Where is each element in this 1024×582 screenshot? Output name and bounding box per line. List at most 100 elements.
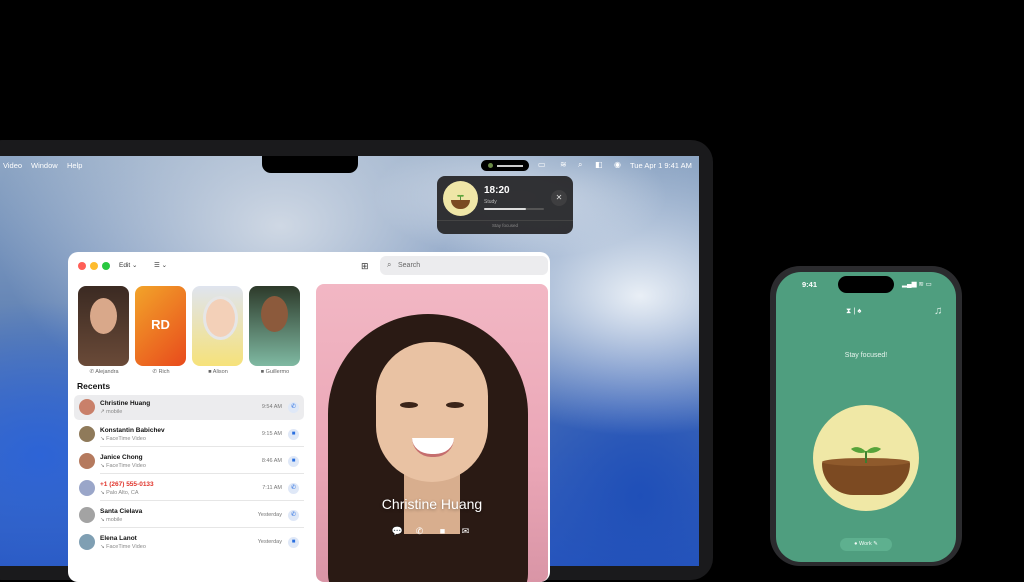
- forest-timer-popover: 18:20 Study ✕ Stay focused: [437, 176, 573, 234]
- row-divider: [100, 500, 304, 501]
- forest-menubar-island[interactable]: [481, 160, 529, 171]
- caller-video-eye: [400, 402, 418, 408]
- favorite-name: ■ Guillermo: [260, 369, 290, 375]
- phone-icon: ✆: [89, 369, 95, 375]
- call-time: Yesterday: [257, 512, 282, 518]
- filter-button[interactable]: ☰ ⌄: [154, 261, 167, 269]
- search-icon: ⌕: [387, 260, 392, 269]
- sprout-icon: [457, 194, 464, 200]
- iphone-forest-screen: 9:41 ▂▄▆ ≋ ▭ ⧗ | ♠ ♫ Stay focused! ● Wor…: [776, 272, 956, 562]
- phone-icon[interactable]: ✆: [412, 524, 427, 539]
- caller-video-face: [376, 342, 488, 482]
- call-time: Yesterday: [257, 539, 282, 545]
- close-window-button[interactable]: [78, 262, 86, 270]
- video-icon[interactable]: ■: [288, 456, 299, 467]
- caller-name-overlay: Christine Huang: [381, 496, 483, 512]
- facetime-window: Edit ⌄ ☰ ⌄ ⊞ ⌕ Search RD ✆ Alejandra ✆ R…: [68, 252, 550, 582]
- control-center-icon[interactable]: ◧: [595, 160, 603, 169]
- forest-tree-illustration[interactable]: [813, 405, 919, 511]
- mode-toggle-icons[interactable]: ⧗ | ♠: [846, 306, 861, 316]
- favorite-contact[interactable]: [192, 286, 243, 366]
- headphones-icon[interactable]: ♫: [934, 305, 942, 317]
- caller-name-missed: +1 (267) 555-0133: [100, 481, 154, 488]
- menu-video[interactable]: Video: [3, 161, 22, 170]
- timer-progress-fill: [484, 208, 526, 210]
- recent-call-row[interactable]: Christine Huang ↗ mobile 9:54 AM ✆: [74, 395, 304, 420]
- phone-icon[interactable]: ✆: [288, 483, 299, 494]
- search-placeholder: Search: [398, 262, 421, 269]
- favorite-contact[interactable]: [249, 286, 300, 366]
- favorite-contact[interactable]: [78, 286, 129, 366]
- search-menu-icon[interactable]: ⌕: [578, 160, 582, 170]
- timer-label: Study: [484, 199, 497, 205]
- recent-call-row[interactable]: Janice Chong ↘ FaceTime Video 8:46 AM ■: [74, 449, 304, 474]
- phone-clock: 9:41: [802, 280, 818, 289]
- call-location: ↘ Palo Alto, CA: [100, 490, 139, 496]
- contact-initials: RD: [151, 317, 170, 332]
- caller-video-panel[interactable]: Christine Huang 💬 ✆ ■ ✉: [316, 284, 548, 582]
- caller-name: Santa Cielava: [100, 508, 143, 515]
- caller-video-smile: [412, 438, 454, 457]
- mail-icon[interactable]: ✉: [458, 524, 473, 539]
- sprout-icon: [851, 447, 881, 463]
- favorite-name: ✆ Alejandra: [89, 369, 119, 375]
- call-type: ↗ mobile: [100, 409, 123, 415]
- search-field[interactable]: ⌕ Search: [380, 256, 548, 275]
- video-icon[interactable]: ■: [288, 429, 299, 440]
- avatar: [79, 399, 95, 415]
- work-tag-button[interactable]: ● Work ✎: [840, 538, 892, 551]
- menu-window[interactable]: Window: [31, 161, 58, 170]
- avatar: [79, 534, 95, 550]
- memoji-avatar: [203, 296, 238, 340]
- siri-icon[interactable]: ◉: [614, 160, 621, 169]
- grid-icon[interactable]: ⊞: [361, 261, 369, 272]
- avatar: [261, 296, 288, 332]
- avatar: [79, 453, 95, 469]
- menubar-clock[interactable]: Tue Apr 1 9:41 AM: [630, 161, 692, 170]
- battery-icon[interactable]: ▭: [538, 160, 546, 169]
- favorite-contact[interactable]: RD: [135, 286, 186, 366]
- zoom-window-button[interactable]: [102, 262, 110, 270]
- call-time: 7:11 AM: [262, 485, 282, 491]
- call-type: ↘ FaceTime Video: [100, 544, 146, 550]
- minimize-window-button[interactable]: [90, 262, 98, 270]
- recents-heading: Recents: [77, 381, 111, 391]
- popover-divider: [437, 220, 573, 221]
- avatar: [79, 480, 95, 496]
- recent-call-row[interactable]: Santa Cielava ↘ mobile Yesterday ✆: [74, 503, 304, 528]
- soil-pot: [451, 200, 470, 209]
- video-icon[interactable]: ■: [288, 537, 299, 548]
- message-icon[interactable]: 💬: [390, 524, 405, 539]
- recent-call-row[interactable]: Konstantin Babichev ↘ FaceTime Video 9:1…: [74, 422, 304, 447]
- timer-progress-track: [484, 208, 544, 210]
- caller-name: Elena Lanot: [100, 535, 137, 542]
- row-divider: [100, 446, 304, 447]
- menu-help[interactable]: Help: [67, 161, 82, 170]
- call-time: 8:46 AM: [261, 458, 282, 464]
- edit-button[interactable]: Edit ⌄: [119, 261, 137, 269]
- avatar: [90, 298, 117, 334]
- popover-footer: Stay focused: [491, 223, 518, 228]
- call-type: ↘ mobile: [100, 517, 123, 523]
- video-icon[interactable]: ■: [435, 524, 450, 539]
- row-divider: [100, 527, 304, 528]
- video-icon: ■: [208, 369, 212, 375]
- forest-tree-icon: [488, 163, 493, 168]
- call-time: 9:15 AM: [261, 431, 282, 437]
- caller-name: Konstantin Babichev: [100, 427, 165, 434]
- wifi-icon[interactable]: ≋: [560, 160, 567, 169]
- forest-progress-mini: [497, 165, 523, 167]
- recent-call-row[interactable]: Elena Lanot ↘ FaceTime Video Yesterday ■: [74, 530, 304, 555]
- caller-video-eye: [446, 402, 464, 408]
- call-type: ↘ FaceTime Video: [100, 463, 146, 469]
- avatar: [79, 426, 95, 442]
- forest-tree-illustration: [443, 181, 478, 216]
- dynamic-island: [838, 276, 894, 293]
- recent-call-row[interactable]: +1 (267) 555-0133 ↘ Palo Alto, CA 7:11 A…: [74, 476, 304, 501]
- caller-name: Christine Huang: [100, 400, 151, 407]
- focus-message: Stay focused!: [844, 352, 888, 359]
- phone-icon[interactable]: ✆: [288, 510, 299, 521]
- phone-icon[interactable]: ✆: [288, 402, 299, 413]
- row-divider: [100, 473, 304, 474]
- close-icon[interactable]: ✕: [551, 190, 567, 206]
